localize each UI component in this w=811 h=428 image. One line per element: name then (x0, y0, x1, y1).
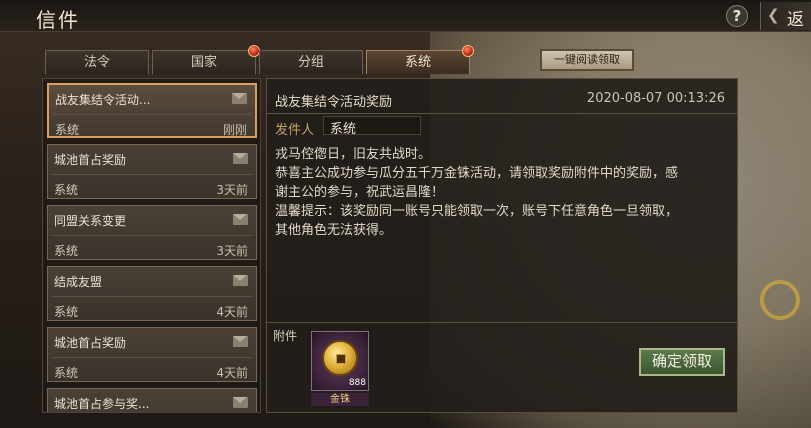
claim-all-button[interactable]: 一键阅读领取 (540, 49, 634, 71)
mail-detail-panel: 战友集结令活动奖励 2020-08-07 00:13:26 发件人 系统 戎马倥… (266, 78, 738, 413)
mail-item[interactable]: 城池首占奖励 系统 4天前 (47, 327, 257, 382)
back-button[interactable]: ❮ 返 (760, 2, 811, 30)
mail-title: 城池首占参与奖... (54, 397, 150, 411)
tab-label: 系统 (404, 55, 431, 70)
mail-time: 4天前 (216, 305, 248, 319)
mail-item[interactable]: 同盟关系变更 系统 3天前 (47, 205, 257, 260)
mail-item[interactable]: 结成友盟 系统 4天前 (47, 266, 257, 321)
mail-body: 戎马倥偬日，旧友共战时。 恭喜主公成功参与瓜分五千万金铢活动，请领取奖励附件中的… (275, 145, 731, 240)
mail-subject: 战友集结令活动奖励 (275, 95, 393, 110)
attachment-slot[interactable]: 888 (311, 331, 369, 391)
tab-system[interactable]: 系统 (366, 45, 474, 74)
mail-sender: 系统 (54, 244, 79, 258)
mail-title: 城池首占奖励 (54, 153, 127, 167)
body-line: 谢主公的参与，祝武运昌隆！ (275, 185, 445, 200)
notification-badge-icon (462, 45, 474, 57)
mail-item[interactable]: 战友集结令活动... 系统 刚刚 (47, 83, 257, 138)
mail-sender: 系统 (54, 183, 79, 197)
attachment-area: 附件 888 金铢 确定领取 (267, 322, 737, 412)
back-arrow-icon: ❮ (767, 6, 780, 24)
help-button[interactable]: ? (726, 5, 748, 27)
help-icon: ? (732, 7, 742, 25)
divider (52, 296, 252, 297)
envelope-icon (233, 275, 248, 286)
mail-title: 同盟关系变更 (54, 214, 127, 228)
confirm-claim-button[interactable]: 确定领取 (639, 348, 725, 376)
body-line: 其他角色无法获得。 (275, 223, 393, 238)
attachment-label: 附件 (273, 329, 298, 343)
gold-coin-icon (322, 340, 358, 376)
mail-time: 3天前 (216, 244, 248, 258)
mail-item[interactable]: 城池首占奖励 系统 3天前 (47, 144, 257, 199)
mail-date: 2020-08-07 00:13:26 (586, 91, 725, 106)
tab-decree[interactable]: 法令 (45, 50, 149, 74)
divider (52, 235, 252, 236)
envelope-icon (233, 153, 248, 164)
attachment-quantity: 888 (348, 378, 366, 388)
mail-time: 3天前 (216, 183, 248, 197)
divider (52, 174, 252, 175)
body-line: 恭喜主公成功参与瓜分五千万金铢活动，请领取奖励附件中的奖励，感 (275, 166, 679, 181)
body-line: 戎马倥偬日，旧友共战时。 (275, 147, 432, 162)
page-title: 信件 (36, 8, 80, 32)
mail-time: 刚刚 (222, 123, 247, 137)
mail-list[interactable]: 战友集结令活动... 系统 刚刚 城池首占奖励 系统 3天前 同盟关系变更 系统… (42, 78, 261, 413)
tab-group[interactable]: 分组 (259, 50, 363, 74)
mail-title: 结成友盟 (54, 275, 103, 289)
tab-label: 法令 (83, 55, 110, 70)
envelope-icon (233, 397, 248, 408)
top-bar: 信件 ? ❮ 返 (0, 0, 811, 32)
sender-value: 系统 (330, 122, 357, 137)
mail-time: 4天前 (216, 366, 248, 380)
mail-sender: 系统 (54, 305, 79, 319)
tab-label: 国家 (190, 55, 217, 70)
attachment-name: 金铢 (311, 393, 369, 406)
mail-title: 战友集结令活动... (55, 93, 151, 107)
envelope-icon (233, 214, 248, 225)
mail-sender: 系统 (55, 123, 80, 137)
mail-item[interactable]: 城池首占参与奖... (47, 388, 257, 412)
envelope-icon (232, 93, 247, 104)
mail-sender: 系统 (54, 366, 79, 380)
tab-nation[interactable]: 国家 (152, 45, 260, 74)
back-label: 返 (787, 10, 804, 30)
tab-label: 分组 (297, 55, 324, 70)
mail-title: 城池首占奖励 (54, 336, 127, 350)
divider (267, 113, 737, 114)
divider (53, 114, 251, 115)
envelope-icon (233, 336, 248, 347)
divider (52, 357, 252, 358)
sender-label: 发件人 (275, 123, 315, 138)
body-line: 温馨提示：该奖励同一账号只能领取一次，账号下任意角色一旦领取， (275, 204, 679, 219)
sender-field: 系统 (323, 116, 421, 137)
decorative-ring-icon (760, 280, 800, 320)
